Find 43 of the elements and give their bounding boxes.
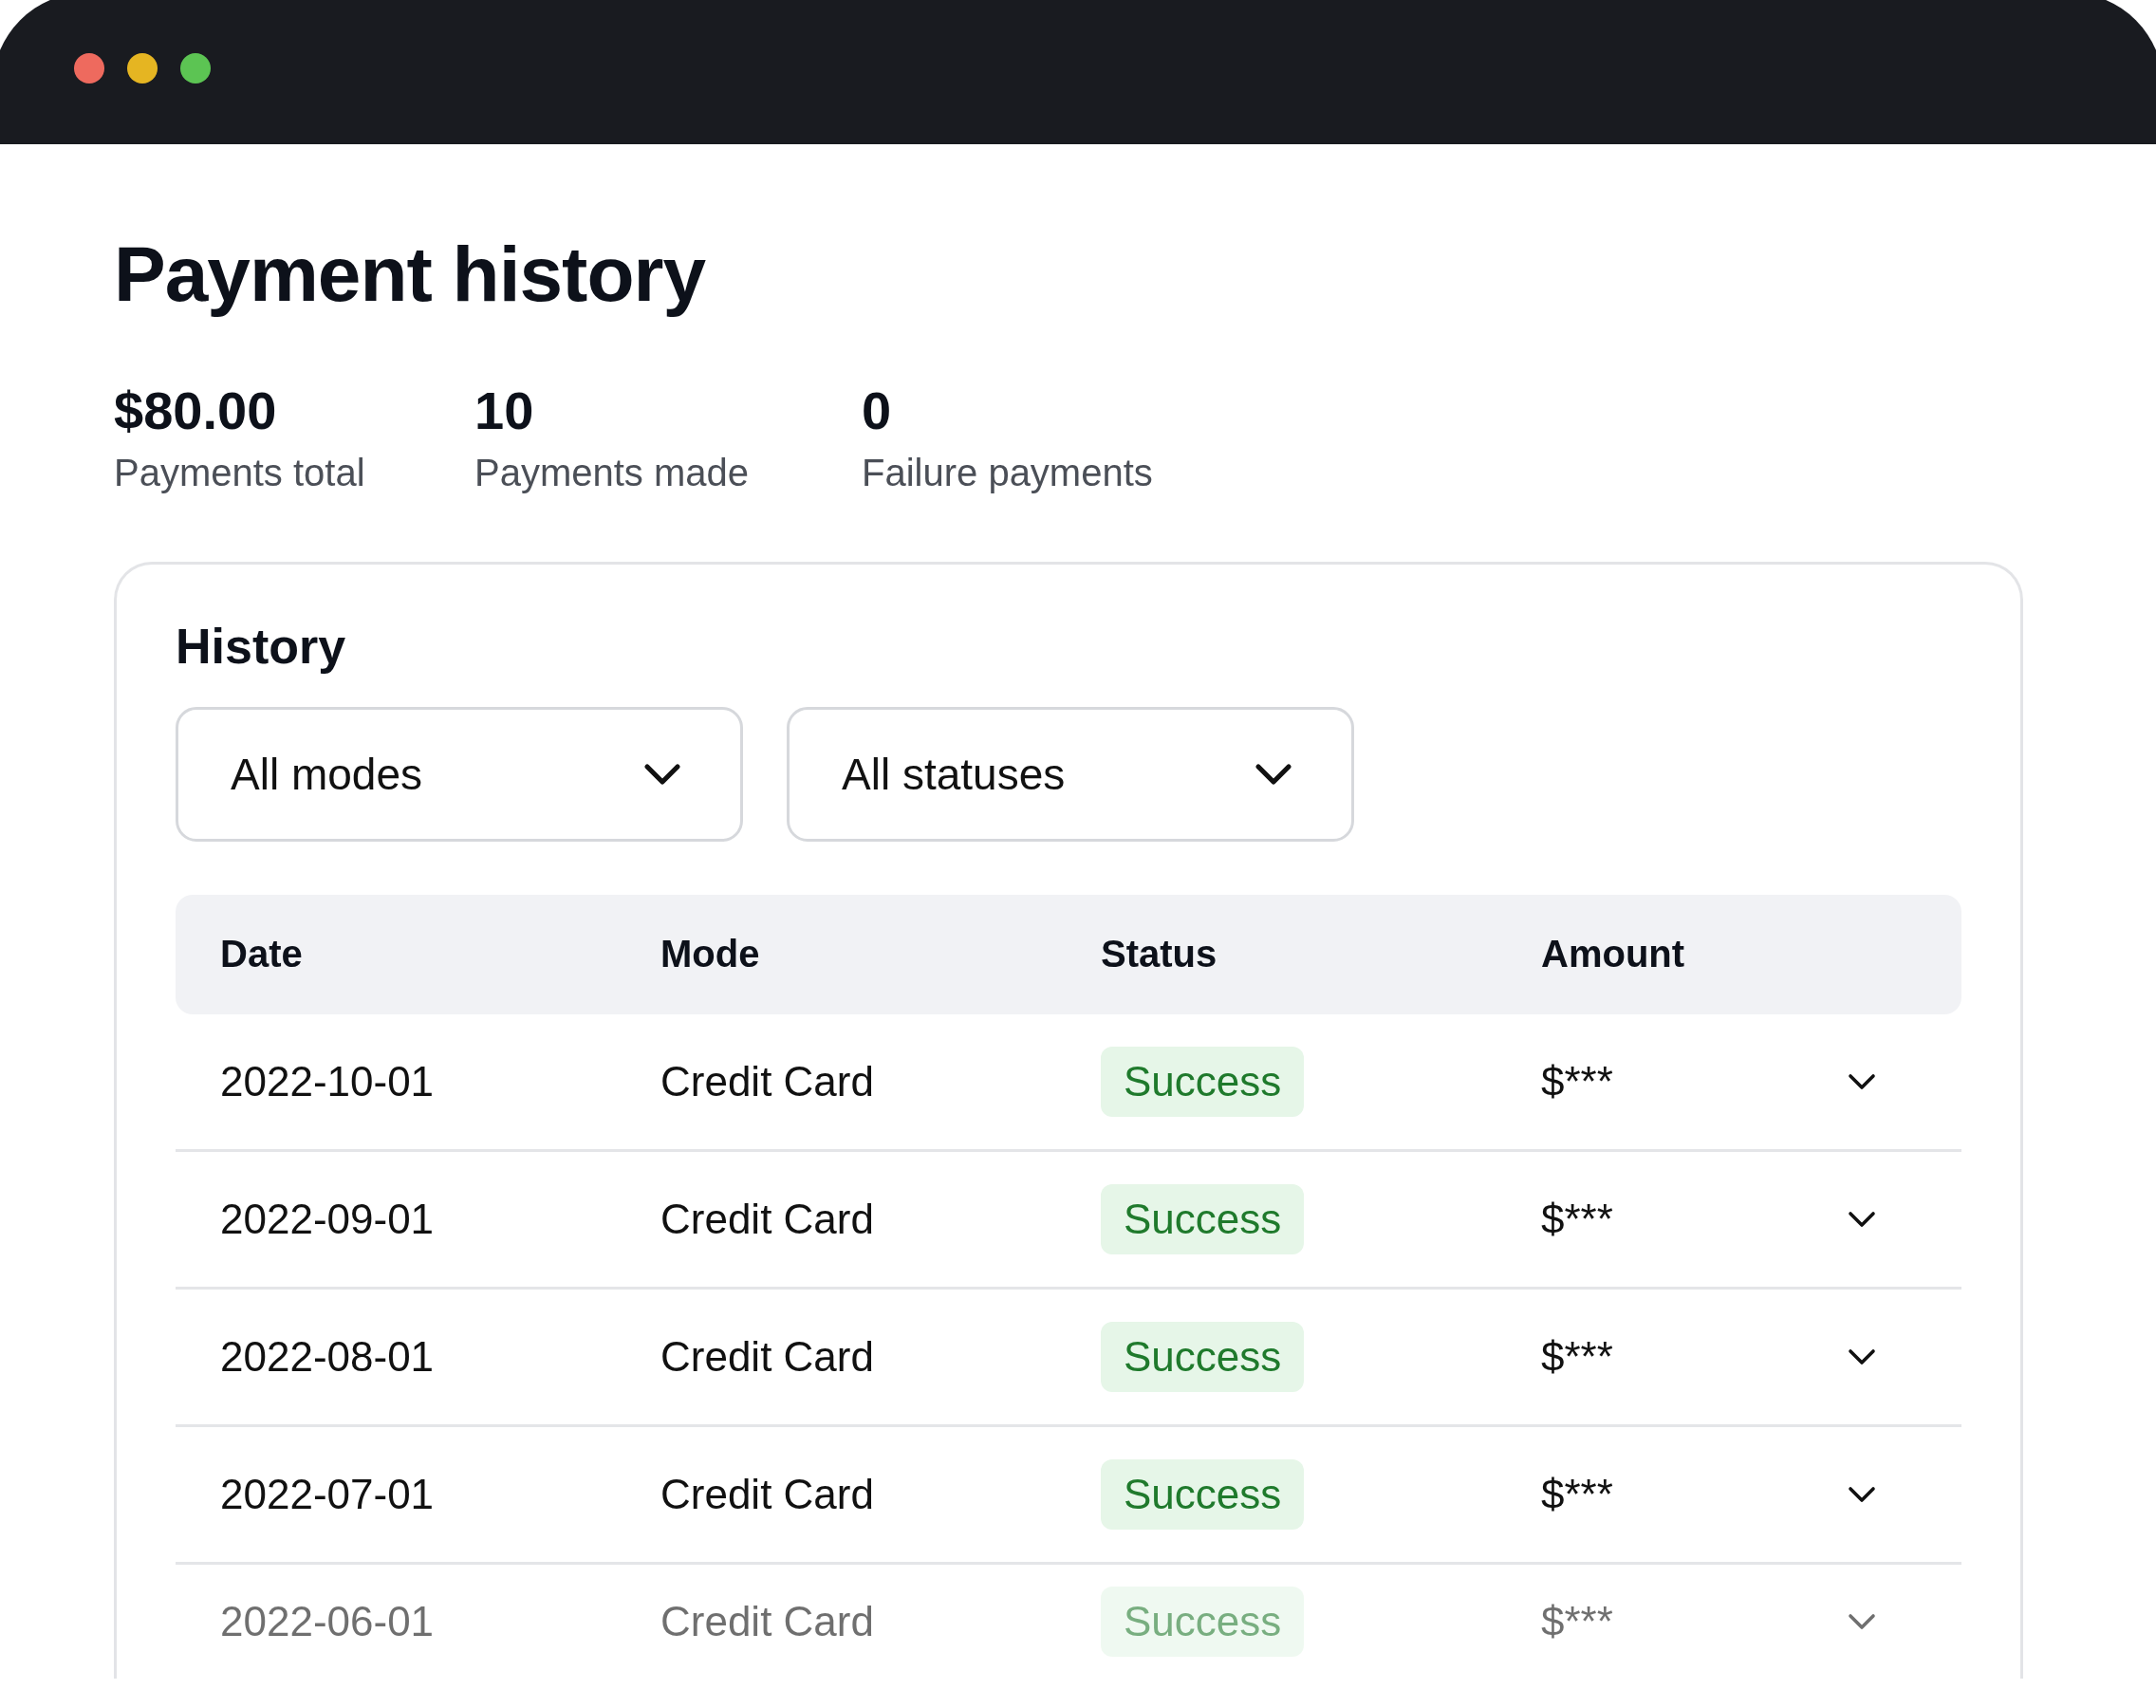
column-header: Date bbox=[220, 933, 304, 976]
chevron-down-icon[interactable] bbox=[1848, 1072, 1876, 1090]
section-title: History bbox=[176, 617, 347, 675]
amount-cell-text: $*** bbox=[1541, 1470, 1614, 1518]
chevron-down-icon bbox=[643, 762, 681, 786]
stat-label: Failure payments bbox=[862, 450, 1153, 495]
mode-cell-text: Credit Card bbox=[660, 1332, 875, 1381]
amount-cell-text: $*** bbox=[1541, 1597, 1614, 1645]
chevron-down-icon[interactable] bbox=[1848, 1485, 1876, 1503]
column-header: Status bbox=[1101, 933, 1218, 976]
status-badge: Success bbox=[1101, 1321, 1305, 1392]
date-cell-text: 2022-08-01 bbox=[220, 1332, 436, 1381]
status-badge: Success bbox=[1101, 1586, 1305, 1657]
filter-dropdown[interactable]: All modes bbox=[176, 706, 743, 842]
mode-cell-text: Credit Card bbox=[660, 1195, 875, 1243]
amount-cell-text: $*** bbox=[1541, 1057, 1614, 1105]
mode-cell-text: Credit Card bbox=[660, 1057, 875, 1105]
stat-value: 10 bbox=[474, 381, 535, 440]
stat-label: Payments made bbox=[474, 450, 751, 495]
column-header: Amount bbox=[1541, 933, 1686, 976]
date-cell-text: 2022-09-01 bbox=[220, 1195, 436, 1243]
date-cell-text: 2022-06-01 bbox=[220, 1597, 436, 1645]
chevron-down-icon bbox=[1255, 762, 1292, 786]
amount-cell-text: $*** bbox=[1541, 1195, 1614, 1243]
stat-value: $80.00 bbox=[114, 381, 278, 440]
mode-cell-text: Credit Card bbox=[660, 1597, 875, 1645]
chevron-down-icon[interactable] bbox=[1848, 1347, 1876, 1365]
stat-label: Payments total bbox=[114, 450, 366, 495]
filter-dropdown[interactable]: All statuses bbox=[787, 706, 1354, 842]
stat-value: 0 bbox=[862, 381, 893, 440]
mode-cell-text: Credit Card bbox=[660, 1470, 875, 1518]
status-badge: Success bbox=[1101, 1046, 1305, 1117]
status-badge: Success bbox=[1101, 1183, 1305, 1254]
chevron-down-icon[interactable] bbox=[1848, 1210, 1876, 1228]
amount-cell-text: $*** bbox=[1541, 1332, 1614, 1381]
date-cell-text: 2022-10-01 bbox=[220, 1057, 436, 1105]
status-badge: Success bbox=[1101, 1458, 1305, 1530]
maximize-dot[interactable] bbox=[180, 53, 211, 84]
date-cell-text: 2022-07-01 bbox=[220, 1470, 436, 1518]
close-dot[interactable] bbox=[74, 53, 104, 84]
minimize-dot[interactable] bbox=[127, 53, 158, 84]
column-header: Mode bbox=[660, 933, 761, 976]
page-title: Payment history bbox=[114, 230, 707, 319]
